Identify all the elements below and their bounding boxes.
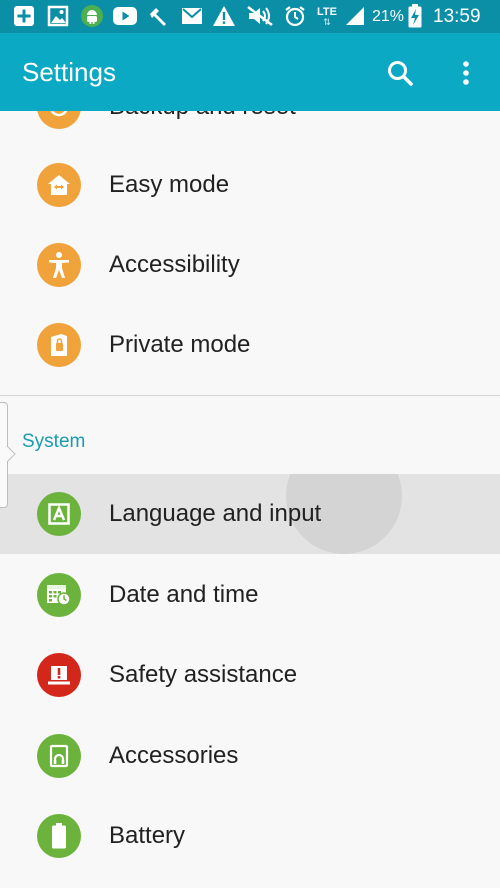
safety-alert-icon <box>37 653 81 697</box>
list-item-backup-reset[interactable]: Backup and reset <box>0 111 500 147</box>
battery-icon <box>37 814 81 858</box>
item-label: Battery <box>109 822 186 849</box>
add-icon <box>12 5 36 27</box>
section-header-system: System <box>22 431 86 452</box>
youtube-icon <box>112 5 138 27</box>
list-item-language-input[interactable]: Language and input <box>0 474 500 554</box>
battery-percent: 21% <box>372 8 405 25</box>
page-title: Settings <box>22 57 116 87</box>
gallery-icon <box>46 5 70 27</box>
mute-icon <box>245 5 275 27</box>
item-label: Date and time <box>109 581 259 608</box>
item-label: Backup and reset <box>109 111 296 121</box>
search-button[interactable] <box>380 53 420 93</box>
easy-mode-icon <box>37 163 81 207</box>
list-item-easy-mode[interactable]: Easy mode <box>0 145 500 225</box>
list-item-accessibility[interactable]: Accessibility <box>0 225 500 305</box>
battery-charging-icon <box>407 4 423 28</box>
calendar-clock-icon <box>37 573 81 617</box>
list-item-date-time[interactable]: Date and time <box>0 555 500 635</box>
list-item-battery[interactable]: Battery <box>0 796 500 876</box>
item-label: Accessibility <box>109 251 240 278</box>
status-bar: LTE ⇅ 21% 13:59 <box>0 0 500 33</box>
signal-icon <box>343 5 367 27</box>
handle-arrow-icon <box>6 446 16 462</box>
language-icon <box>37 492 81 536</box>
accessories-icon <box>37 734 81 778</box>
settings-list[interactable]: Backup and reset Easy mode Accessibility… <box>0 111 500 888</box>
item-label: Safety assistance <box>109 661 298 688</box>
tools-icon <box>146 5 170 27</box>
action-bar: Settings <box>0 33 500 111</box>
item-label: Language and input <box>109 500 322 527</box>
clock: 13:59 <box>433 6 481 27</box>
list-item-private-mode[interactable]: Private mode <box>0 305 500 385</box>
list-item-accessories[interactable]: Accessories <box>0 716 500 796</box>
item-label: Accessories <box>109 742 239 769</box>
android-debug-icon <box>79 5 105 27</box>
more-options-button[interactable] <box>446 53 486 93</box>
list-item-safety-assistance[interactable]: Safety assistance <box>0 635 500 715</box>
warning-icon <box>212 5 236 27</box>
accessibility-icon <box>37 243 81 287</box>
lte-data-icon: LTE ⇅ <box>317 5 337 27</box>
section-divider <box>0 395 500 396</box>
private-mode-icon <box>37 323 81 367</box>
backup-icon <box>37 111 81 129</box>
more-vertical-icon <box>463 61 469 85</box>
alarm-icon <box>283 5 307 27</box>
item-label: Private mode <box>109 331 251 358</box>
search-icon <box>388 61 413 86</box>
mail-icon <box>180 5 204 27</box>
item-label: Easy mode <box>109 171 230 198</box>
